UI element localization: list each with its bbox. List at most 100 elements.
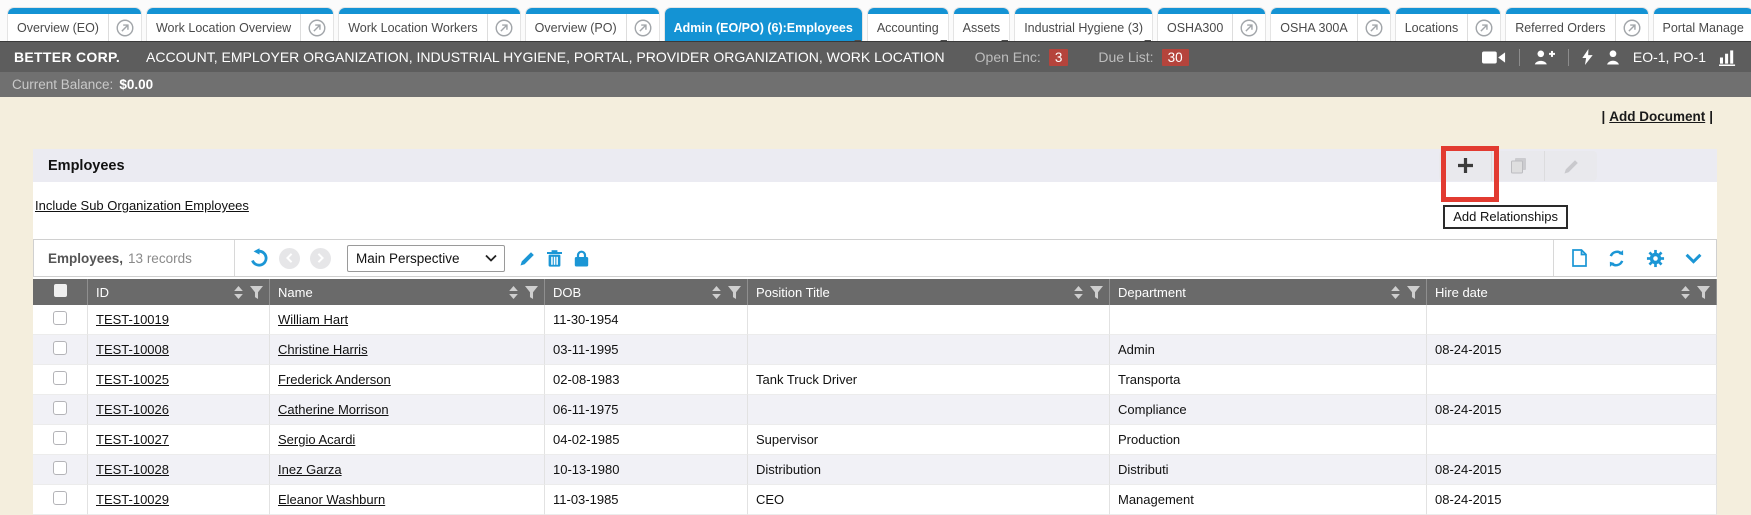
sort-icon[interactable] [1074,286,1083,299]
tab[interactable]: Portal Manage [1654,8,1751,41]
tab[interactable]: Work Location Overview [147,8,333,41]
employee-name-link[interactable]: Frederick Anderson [278,372,391,387]
tab[interactable]: Referred Orders [1506,8,1647,41]
employee-id-link[interactable]: TEST-10019 [96,312,169,327]
open-enc-badge[interactable]: 3 [1049,49,1069,66]
column-header[interactable]: Hire date [1427,279,1717,305]
sort-icon[interactable] [1391,286,1400,299]
employee-name-link[interactable]: William Hart [278,312,348,327]
filter-icon[interactable] [1090,286,1103,299]
lock-icon[interactable] [574,250,589,267]
department-cell: Distributi [1110,455,1427,485]
lightning-icon[interactable] [1582,49,1593,65]
person-add-icon[interactable] [1533,49,1555,65]
open-in-new-tab-icon[interactable] [1615,14,1648,41]
open-in-new-tab-icon[interactable] [300,14,333,41]
tab[interactable]: Overview (EO) [8,8,141,41]
employee-id-link[interactable]: TEST-10008 [96,342,169,357]
tab[interactable]: OSHA 300A [1271,8,1389,41]
add-button[interactable] [1439,151,1491,181]
filter-icon[interactable] [1407,286,1420,299]
refresh-icon[interactable] [1607,249,1626,268]
column-header[interactable]: Department [1110,279,1427,305]
video-camera-icon[interactable] [1482,50,1506,65]
row-checkbox[interactable] [53,311,67,325]
bar-chart-icon[interactable] [1719,49,1737,66]
table-row[interactable]: TEST-10019 William Hart 11-30-1954 [33,305,1717,335]
person-icon[interactable] [1606,50,1620,65]
tab[interactable]: Overview (PO) [526,8,659,41]
employee-name-link[interactable]: Eleanor Washburn [278,492,385,507]
hire-date-cell [1427,365,1717,395]
filter-icon[interactable] [728,286,741,299]
copy-button[interactable] [1491,151,1544,181]
open-in-new-tab-icon[interactable] [1357,14,1390,41]
select-all-checkbox[interactable] [54,284,67,297]
row-checkbox[interactable] [53,371,67,385]
filter-icon[interactable] [1697,286,1710,299]
open-in-new-tab-icon[interactable] [1232,14,1265,41]
tab[interactable]: Locations [1396,8,1501,41]
user-label: EO-1, PO-1 [1633,49,1706,65]
delete-perspective-icon[interactable] [547,250,562,267]
employee-id-link[interactable]: TEST-10028 [96,462,169,477]
open-in-new-tab-icon[interactable] [1467,14,1500,41]
nav-back-button[interactable] [279,248,300,269]
employee-name-link[interactable]: Christine Harris [278,342,368,357]
row-checkbox[interactable] [53,461,67,475]
tab[interactable]: Admin (EO/PO) (6):Employees [665,8,862,41]
open-in-new-tab-icon[interactable] [626,14,659,41]
undo-icon[interactable] [249,248,269,268]
row-checkbox[interactable] [53,431,67,445]
table-row[interactable]: TEST-10026 Catherine Morrison 06-11-1975… [33,395,1717,425]
position-cell [748,305,1110,335]
tab[interactable]: OSHA300 [1158,8,1265,41]
table-row[interactable]: TEST-10029 Eleanor Washburn 11-03-1985 C… [33,485,1717,515]
employee-id-link[interactable]: TEST-10029 [96,492,169,507]
row-checkbox[interactable] [53,401,67,415]
tab[interactable]: Work Location Workers [339,8,519,41]
employee-name-link[interactable]: Catherine Morrison [278,402,389,417]
edit-button[interactable] [1544,151,1597,181]
open-in-new-tab-icon[interactable] [487,14,520,41]
sort-icon[interactable] [234,286,243,299]
table-row[interactable]: TEST-10027 Sergio Acardi 04-02-1985 Supe… [33,425,1717,455]
table-row[interactable]: TEST-10008 Christine Harris 03-11-1995 A… [33,335,1717,365]
employee-id-link[interactable]: TEST-10027 [96,432,169,447]
tab-label: Industrial Hygiene (3) [1015,21,1152,35]
tab[interactable]: Accounting [868,8,948,41]
sort-icon[interactable] [1681,286,1690,299]
employee-id-link[interactable]: TEST-10026 [96,402,169,417]
include-sub-org-link[interactable]: Include Sub Organization Employees [35,198,249,213]
select-all-header[interactable] [33,279,88,305]
employee-id-link[interactable]: TEST-10025 [96,372,169,387]
sort-icon[interactable] [712,286,721,299]
row-checkbox[interactable] [53,491,67,505]
tab-label: OSHA 300A [1271,21,1356,35]
column-header[interactable]: Name [270,279,545,305]
tab[interactable]: Industrial Hygiene (3) [1015,8,1152,41]
collapse-chevron-icon[interactable] [1685,253,1702,264]
employee-name-link[interactable]: Inez Garza [278,462,342,477]
new-document-icon[interactable] [1572,249,1587,267]
perspective-select[interactable]: Main Perspective [347,245,505,272]
open-in-new-tab-icon[interactable] [108,14,141,41]
column-header[interactable]: Position Title [748,279,1110,305]
table-row[interactable]: TEST-10025 Frederick Anderson 02-08-1983… [33,365,1717,395]
tab[interactable]: Assets [954,8,1010,41]
column-header[interactable]: DOB [545,279,748,305]
grid-toolbar: Employees, 13 records Main Perspective [33,239,1717,277]
table-row[interactable]: TEST-10028 Inez Garza 10-13-1980 Distrib… [33,455,1717,485]
gear-icon[interactable] [1646,249,1665,268]
sort-icon[interactable] [509,286,518,299]
add-document-link[interactable]: Add Document [1609,109,1705,124]
row-checkbox[interactable] [53,341,67,355]
edit-perspective-icon[interactable] [519,250,535,266]
hire-date-cell: 08-24-2015 [1427,395,1717,425]
filter-icon[interactable] [525,286,538,299]
employee-name-link[interactable]: Sergio Acardi [278,432,355,447]
nav-forward-button[interactable] [310,248,331,269]
filter-icon[interactable] [250,286,263,299]
due-list-badge[interactable]: 30 [1162,49,1189,66]
column-header[interactable]: ID [88,279,270,305]
